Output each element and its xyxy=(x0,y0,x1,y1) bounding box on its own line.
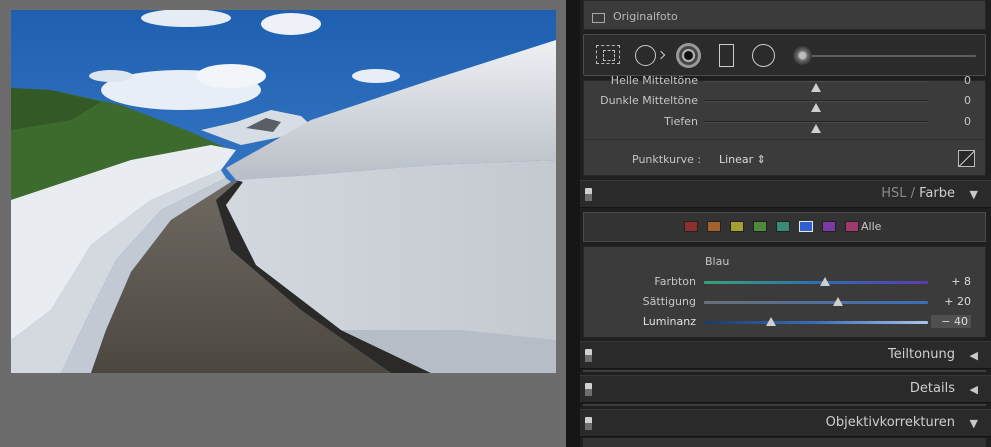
photo-canvas xyxy=(0,0,566,447)
curve-edit-icon[interactable] xyxy=(958,150,975,167)
hue-label: Farbton xyxy=(654,275,696,288)
hue-slider-thumb[interactable] xyxy=(819,277,830,286)
hue-slider-track[interactable] xyxy=(704,277,928,286)
tone-slider-label: Dunkle Mitteltöne xyxy=(600,94,698,107)
color-swatch[interactable] xyxy=(684,221,698,232)
panel-header-lens-corrections[interactable]: Objektivkorrekturen ▼ xyxy=(580,409,991,437)
tone-slider-value[interactable]: 0 xyxy=(931,115,971,128)
panel-toggle-switch-icon[interactable] xyxy=(585,188,592,201)
panel-toggle-switch-icon[interactable] xyxy=(585,383,592,396)
tone-slider-track[interactable] xyxy=(704,80,928,92)
panel-expand-arrow-icon[interactable]: ▼ xyxy=(970,417,978,430)
luminance-label: Luminanz xyxy=(642,315,696,328)
luminance-slider-track[interactable] xyxy=(704,317,928,326)
panel-divider[interactable] xyxy=(566,0,580,447)
divider xyxy=(584,139,985,140)
tone-slider-value[interactable]: 0 xyxy=(931,94,971,107)
original-photo-label[interactable]: Originalfoto xyxy=(613,10,678,23)
panel-title: Objektivkorrekturen xyxy=(825,415,955,430)
panel-expand-arrow-icon[interactable]: ▼ xyxy=(970,188,978,201)
color-swatch[interactable] xyxy=(730,221,744,232)
selected-color-name: Blau xyxy=(705,255,730,268)
hue-value[interactable]: + 8 xyxy=(931,275,971,288)
tone-slider-row: Tiefen 0 xyxy=(584,113,985,133)
tone-slider-thumb[interactable] xyxy=(811,124,821,133)
saturation-label: Sättigung xyxy=(642,295,696,308)
point-curve-label: Punktkurve : xyxy=(632,153,702,166)
color-swatch[interactable] xyxy=(845,221,859,232)
tone-slider-label: Helle Mitteltöne xyxy=(610,74,698,87)
tone-slider-value[interactable]: 0 xyxy=(931,74,971,87)
hsl-slider-row: Luminanz − 40 xyxy=(584,313,985,331)
panel-title: Teiltonung xyxy=(888,347,955,362)
tone-slider-row: Helle Mitteltöne 0 xyxy=(584,72,985,92)
develop-right-panel: Originalfoto Helle Mitteltöne 0 Dunkle M… xyxy=(580,0,991,447)
color-swatch[interactable] xyxy=(707,221,721,232)
panel-header-hsl[interactable]: HSL / Farbe ▼ xyxy=(580,180,991,208)
panel-toggle-switch-icon[interactable] xyxy=(585,349,592,362)
panel-collapse-arrow-icon[interactable]: ◀ xyxy=(970,349,978,362)
luminance-slider-thumb[interactable] xyxy=(766,317,777,326)
panel-collapse-arrow-icon[interactable]: ◀ xyxy=(970,383,978,396)
tone-slider-track[interactable] xyxy=(704,121,928,133)
panel-toggle-switch-icon[interactable] xyxy=(585,417,592,430)
panel-header-details[interactable]: Details ◀ xyxy=(580,375,991,403)
original-photo-checkbox[interactable] xyxy=(592,13,605,23)
point-curve-select[interactable]: Linear ⇕ xyxy=(719,153,766,166)
photo-preview[interactable] xyxy=(11,10,556,373)
tone-slider-thumb[interactable] xyxy=(811,83,821,92)
tone-curve-section: Helle Mitteltöne 0 Dunkle Mitteltöne 0 T… xyxy=(583,74,986,176)
adjustment-brush-track[interactable] xyxy=(806,55,976,57)
tone-slider-label: Tiefen xyxy=(664,115,698,128)
panel-header-split-toning[interactable]: Teiltonung ◀ xyxy=(580,341,991,369)
radial-filter-tool-icon[interactable] xyxy=(752,44,775,67)
snow-road-photo xyxy=(11,10,556,373)
hsl-sliders-section: Blau Farbton + 8 Sättigung + 20 Luminanz… xyxy=(583,246,986,338)
hsl-slider-row: Farbton + 8 xyxy=(584,273,985,291)
saturation-slider-track[interactable] xyxy=(704,297,928,306)
hsl-tab[interactable]: HSL xyxy=(881,186,906,201)
luminance-value[interactable]: − 40 xyxy=(931,315,971,328)
saturation-slider-thumb[interactable] xyxy=(833,297,844,306)
graduated-filter-tool-icon[interactable] xyxy=(719,44,734,67)
color-swatch[interactable] xyxy=(822,221,836,232)
tone-slider-row: Dunkle Mitteltöne 0 xyxy=(584,92,985,112)
divider xyxy=(583,438,986,447)
adjustment-brush-tool-icon[interactable] xyxy=(793,46,812,65)
title-separator: / xyxy=(906,186,920,201)
divider xyxy=(583,404,986,406)
hsl-slider-row: Sättigung + 20 xyxy=(584,293,985,311)
tone-slider-track[interactable] xyxy=(704,100,928,112)
red-eye-tool-icon[interactable] xyxy=(676,43,701,68)
panel-title: Details xyxy=(909,381,955,396)
tool-strip xyxy=(583,34,986,76)
all-colors-button[interactable]: Alle xyxy=(861,220,881,233)
before-after-row: Originalfoto xyxy=(583,0,986,30)
crop-tool-icon[interactable] xyxy=(596,45,620,64)
color-swatch[interactable] xyxy=(753,221,767,232)
spot-removal-arrow-icon xyxy=(656,50,666,60)
color-swatch[interactable] xyxy=(799,221,813,232)
color-tab[interactable]: Farbe xyxy=(919,186,955,201)
divider xyxy=(583,370,986,372)
saturation-value[interactable]: + 20 xyxy=(931,295,971,308)
tone-slider-thumb[interactable] xyxy=(811,103,821,112)
hsl-color-selector: Alle xyxy=(583,212,986,242)
panel-title: HSL / Farbe xyxy=(881,186,955,201)
spot-removal-tool-icon[interactable] xyxy=(635,45,656,66)
color-swatch[interactable] xyxy=(776,221,790,232)
